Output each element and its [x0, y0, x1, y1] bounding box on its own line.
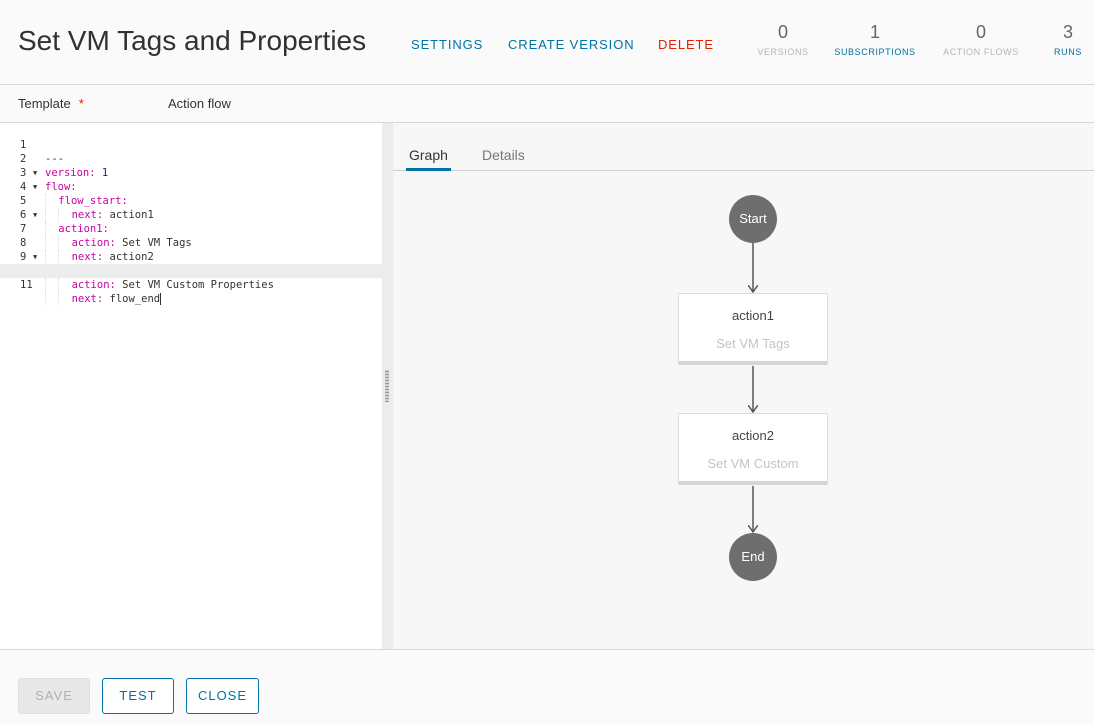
close-button[interactable]: CLOSE: [186, 678, 259, 714]
stat-action-flows: 0 ACTION FLOWS: [931, 22, 1031, 57]
line-number: 11: [20, 279, 33, 291]
action-flow-label: Action flow: [168, 96, 231, 111]
code-line[interactable]: 9▼ action2:: [0, 236, 382, 278]
editor-subheader: Template * Action flow: [0, 86, 1094, 123]
code-line[interactable]: 10 action: Set VM Custom Properties: [0, 250, 382, 292]
node-name: action1: [732, 308, 774, 323]
action-flow-pane: Graph Details Start action1 Set VM Tags …: [393, 123, 1094, 649]
stat-subscriptions-label[interactable]: SUBSCRIPTIONS: [825, 47, 925, 57]
page-header: Set VM Tags and Properties SETTINGS CREA…: [0, 0, 1094, 85]
code-line[interactable]: 5 next: action1: [0, 180, 382, 222]
code-line[interactable]: 1 ---: [0, 124, 382, 165]
drag-handle-icon[interactable]: [385, 370, 389, 402]
stat-versions-label: VERSIONS: [757, 47, 809, 57]
code-line[interactable]: 4 ▼ flow_start:: [0, 166, 382, 208]
stat-subscriptions[interactable]: 1 SUBSCRIPTIONS: [825, 22, 925, 57]
save-button[interactable]: SAVE: [18, 678, 90, 714]
node-name: action2: [732, 428, 774, 443]
code-text: flow_end: [103, 293, 161, 305]
code-key: next:: [71, 293, 104, 305]
code-line[interactable]: 8 next: action2: [0, 222, 382, 264]
code-key: action:: [71, 279, 116, 291]
node-action: Set VM Custom Properties: [707, 456, 799, 481]
stat-versions: 0 VERSIONS: [733, 22, 833, 57]
code-line[interactable]: 7 action: Set VM Tags: [0, 208, 382, 250]
code-line[interactable]: 6 ▼ action1:: [0, 194, 382, 236]
node-action: Set VM Tags: [716, 336, 790, 351]
stat-runs-label[interactable]: RUNS: [1018, 47, 1094, 57]
template-label-text: Template: [18, 96, 71, 111]
code-line[interactable]: 2 version: 1: [0, 138, 382, 179]
stat-runs-value: 3: [1062, 22, 1073, 42]
code-line-active[interactable]: 11 next: flow_end: [0, 264, 382, 306]
yaml-editor[interactable]: 1 --- 2 version: 1 3 ▼ flow: 4 ▼ flow_star…: [0, 123, 382, 649]
code-line[interactable]: 3 ▼ flow:: [0, 152, 382, 193]
stat-action-flows-value: 0: [975, 22, 986, 42]
action2-node[interactable]: action2 Set VM Custom Properties: [678, 413, 828, 485]
page-title: Set VM Tags and Properties: [18, 25, 367, 56]
delete-link[interactable]: DELETE: [658, 37, 714, 52]
template-label: Template *: [18, 96, 84, 111]
footer-bar: SAVE TEST CLOSE: [0, 649, 1094, 724]
settings-link[interactable]: SETTINGS: [411, 37, 483, 52]
text-cursor: [160, 293, 162, 305]
stat-versions-value: 0: [777, 22, 788, 42]
stat-runs[interactable]: 3 RUNS: [1018, 22, 1094, 57]
create-version-link[interactable]: CREATE VERSION: [508, 37, 635, 52]
pane-splitter[interactable]: [382, 123, 393, 649]
start-node[interactable]: Start: [729, 195, 777, 243]
required-mark: *: [78, 96, 84, 111]
stat-action-flows-label: ACTION FLOWS: [943, 47, 1019, 57]
test-button[interactable]: TEST: [102, 678, 174, 714]
code-text: Set VM Custom Properties: [115, 279, 274, 291]
end-node[interactable]: End: [729, 533, 777, 581]
stat-subscriptions-value: 1: [869, 22, 880, 42]
action1-node[interactable]: action1 Set VM Tags: [678, 293, 828, 365]
